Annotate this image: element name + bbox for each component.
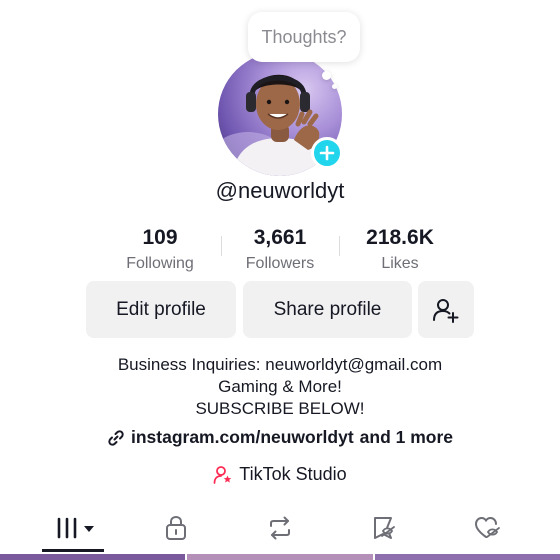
bio-line-3: SUBSCRIBE BELOW! [195, 399, 365, 418]
profile-tabs [0, 508, 560, 552]
bookmark-eye-icon [374, 517, 395, 539]
add-user-icon [433, 298, 459, 323]
followers-count: 3,661 [253, 226, 307, 249]
tab-reposts[interactable] [256, 508, 304, 548]
instagram-link[interactable]: instagram.com/neuworldyt [131, 427, 354, 448]
plus-icon [319, 145, 335, 161]
tab-private[interactable] [152, 508, 200, 548]
video-grid-preview [0, 554, 560, 560]
video-thumbnail[interactable] [0, 554, 186, 560]
lock-icon [166, 515, 186, 540]
tiktok-studio-link[interactable]: TikTok Studio [0, 464, 560, 485]
edit-profile-button[interactable]: Edit profile [86, 281, 236, 338]
video-thumbnail[interactable] [187, 554, 373, 560]
add-friends-button[interactable] [418, 281, 474, 338]
link-icon [108, 429, 124, 446]
video-thumbnail[interactable] [374, 554, 560, 560]
bio-line-1: Business Inquiries: neuworldyt@gmail.com [117, 355, 443, 374]
likes-label: Likes [381, 255, 419, 272]
followers-label: Followers [245, 255, 315, 272]
tab-videos[interactable] [42, 508, 104, 548]
add-avatar-button[interactable] [311, 137, 343, 169]
thought-bubble-tail-small [332, 84, 337, 89]
stat-followers[interactable]: 3,661 Followers [220, 226, 340, 273]
thought-bubble-tail [322, 71, 331, 80]
bio-links[interactable]: instagram.com/neuworldyt and 1 more [0, 427, 560, 448]
stat-divider [221, 236, 222, 256]
stat-following[interactable]: 109 Following [100, 226, 220, 273]
following-count: 109 [142, 226, 178, 249]
bio-line-2: Gaming & More! [218, 377, 342, 396]
active-tab-indicator [42, 549, 104, 552]
heart-hidden-icon [474, 516, 500, 538]
likes-count: 218.6K [366, 226, 434, 249]
stat-likes[interactable]: 218.6K Likes [340, 226, 460, 273]
profile-stats: 109 Following 3,661 Followers 218.6K Lik… [0, 226, 560, 274]
bio: Business Inquiries: neuworldyt@gmail.com… [0, 354, 560, 420]
thought-bubble[interactable]: Thoughts? [248, 12, 360, 62]
more-links[interactable]: and 1 more [360, 427, 453, 448]
repost-icon [270, 516, 290, 540]
studio-icon [213, 465, 232, 484]
stat-divider [339, 236, 340, 256]
studio-label: TikTok Studio [239, 464, 347, 484]
thought-bubble-text: Thoughts? [261, 26, 347, 47]
following-label: Following [126, 255, 194, 272]
grid-icon [57, 517, 94, 539]
username: @neuworldyt [215, 178, 345, 203]
tab-liked[interactable] [464, 508, 512, 548]
tab-favorites[interactable] [360, 508, 408, 548]
share-profile-button[interactable]: Share profile [243, 281, 412, 338]
